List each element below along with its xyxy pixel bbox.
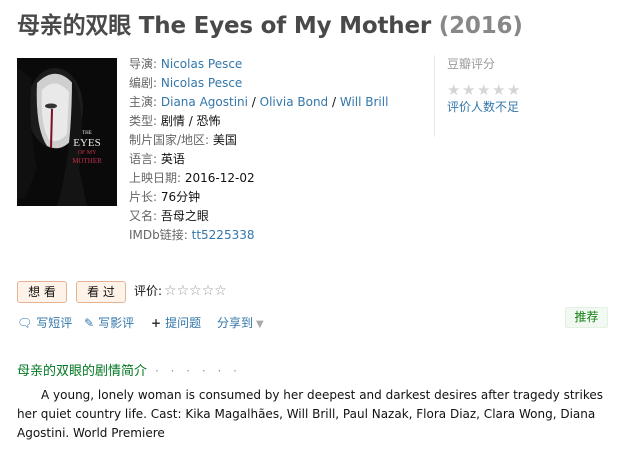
rating-panel: 豆瓣评分 ★ ★ ★ ★ ★ 评价人数不足 bbox=[434, 55, 614, 137]
star-outline-icon[interactable]: ☆ bbox=[189, 283, 202, 299]
writer-label: 编剧: bbox=[129, 76, 158, 90]
info-genre: 类型: 剧情 / 恐怖 bbox=[129, 112, 388, 131]
director-label: 导演: bbox=[129, 57, 158, 71]
cast-link-2[interactable]: Olivia Bond bbox=[260, 95, 329, 109]
aka-value: 吾母之眼 bbox=[160, 209, 209, 223]
share-dropdown[interactable]: 分享到 ▼ bbox=[217, 314, 264, 334]
want-to-watch-button[interactable]: 想 看 bbox=[17, 281, 67, 303]
poster-text-3: OF MY bbox=[78, 150, 98, 156]
star-icon: ★ bbox=[477, 81, 491, 99]
star-icon: ★ bbox=[462, 81, 476, 99]
release-label: 上映日期: bbox=[129, 171, 182, 185]
director-link[interactable]: Nicolas Pesce bbox=[161, 57, 242, 71]
page-title: 母亲的双眼 The Eyes of My Mother (2016) bbox=[17, 9, 617, 43]
language-label: 语言: bbox=[129, 152, 158, 166]
cast-label: 主演: bbox=[129, 95, 158, 109]
movie-poster[interactable]: THE EYES OF MY MOTHER bbox=[17, 58, 117, 206]
language-value: 英语 bbox=[160, 152, 185, 166]
info-writer: 编剧: Nicolas Pesce bbox=[129, 74, 388, 93]
ask-label: 提问题 bbox=[165, 316, 202, 330]
poster-image: THE EYES OF MY MOTHER bbox=[17, 58, 117, 206]
country-value: 美国 bbox=[212, 133, 237, 147]
rating-label: 豆瓣评分 bbox=[447, 57, 496, 71]
share-label: 分享到 bbox=[217, 316, 254, 330]
synopsis-text: A young, lonely woman is consumed by her… bbox=[17, 388, 603, 440]
imdb-label: IMDb链接: bbox=[129, 228, 188, 242]
star-icon: ★ bbox=[447, 81, 461, 99]
cast-separator: / bbox=[328, 95, 340, 109]
release-value: 2016-12-02 bbox=[184, 171, 255, 185]
star-outline-icon[interactable]: ☆ bbox=[177, 283, 190, 299]
info-country: 制片国家/地区: 美国 bbox=[129, 131, 388, 150]
poster-text-1: THE bbox=[82, 131, 92, 136]
short-review-label: 写短评 bbox=[36, 316, 73, 330]
plus-icon: + bbox=[151, 316, 162, 330]
rating-stars: ★ ★ ★ ★ ★ bbox=[447, 80, 614, 99]
write-review-link[interactable]: ✎ 写影评 bbox=[84, 314, 134, 332]
cast-separator: / bbox=[247, 95, 260, 109]
ask-question-link[interactable]: + 提问题 bbox=[151, 314, 201, 332]
cast-link-3[interactable]: Will Brill bbox=[340, 95, 389, 109]
writer-link[interactable]: Nicolas Pesce bbox=[161, 76, 242, 90]
rate-stars[interactable]: ☆☆☆☆☆ bbox=[164, 281, 227, 301]
heading-dots: · · · · · · bbox=[155, 364, 241, 378]
info-release: 上映日期: 2016-12-02 bbox=[129, 169, 388, 188]
write-short-review-link[interactable]: 🗨 写短评 bbox=[17, 314, 72, 332]
genre-label: 类型: bbox=[129, 114, 158, 128]
movie-title: 母亲的双眼 The Eyes of My Mother bbox=[17, 13, 431, 39]
info-aka: 又名: 吾母之眼 bbox=[129, 207, 388, 226]
genre-value: 剧情 / 恐怖 bbox=[160, 114, 221, 128]
info-cast: 主演: Diana Agostini / Olivia Bond / Will … bbox=[129, 93, 388, 112]
movie-year: (2016) bbox=[438, 13, 523, 39]
rating-insufficient: 评价人数不足 bbox=[447, 100, 520, 114]
watched-button[interactable]: 看 过 bbox=[76, 281, 126, 303]
movie-info: 导演: Nicolas Pesce 编剧: Nicolas Pesce 主演: … bbox=[129, 55, 388, 245]
chevron-down-icon: ▼ bbox=[256, 319, 264, 330]
star-outline-icon[interactable]: ☆ bbox=[202, 283, 215, 299]
poster-text-4: MOTHER bbox=[72, 157, 102, 165]
recommend-button[interactable]: 推荐 bbox=[565, 307, 608, 328]
poster-text-2: EYES bbox=[73, 137, 101, 149]
evaluate-widget: 评价: ☆☆☆☆☆ bbox=[134, 281, 227, 301]
cast-link-1[interactable]: Diana Agostini bbox=[161, 95, 248, 109]
evaluate-label: 评价: bbox=[134, 284, 163, 298]
comment-icon: 🗨 bbox=[17, 316, 33, 330]
star-icon: ★ bbox=[507, 81, 521, 99]
review-label: 写影评 bbox=[98, 316, 135, 330]
star-outline-icon[interactable]: ☆ bbox=[164, 283, 177, 299]
aka-label: 又名: bbox=[129, 209, 158, 223]
runtime-value: 76分钟 bbox=[160, 190, 201, 204]
country-label: 制片国家/地区: bbox=[129, 133, 210, 147]
star-icon: ★ bbox=[492, 81, 506, 99]
info-language: 语言: 英语 bbox=[129, 150, 388, 169]
pencil-icon: ✎ bbox=[84, 316, 95, 330]
synopsis-heading: 母亲的双眼的剧情简介 · · · · · · bbox=[17, 362, 241, 381]
info-imdb: IMDb链接: tt5225338 bbox=[129, 226, 388, 245]
info-runtime: 片长: 76分钟 bbox=[129, 188, 388, 207]
synopsis-title: 母亲的双眼的剧情简介 bbox=[17, 364, 148, 379]
star-outline-icon[interactable]: ☆ bbox=[214, 283, 227, 299]
imdb-link[interactable]: tt5225338 bbox=[192, 228, 255, 242]
info-director: 导演: Nicolas Pesce bbox=[129, 55, 388, 74]
runtime-label: 片长: bbox=[129, 190, 158, 204]
